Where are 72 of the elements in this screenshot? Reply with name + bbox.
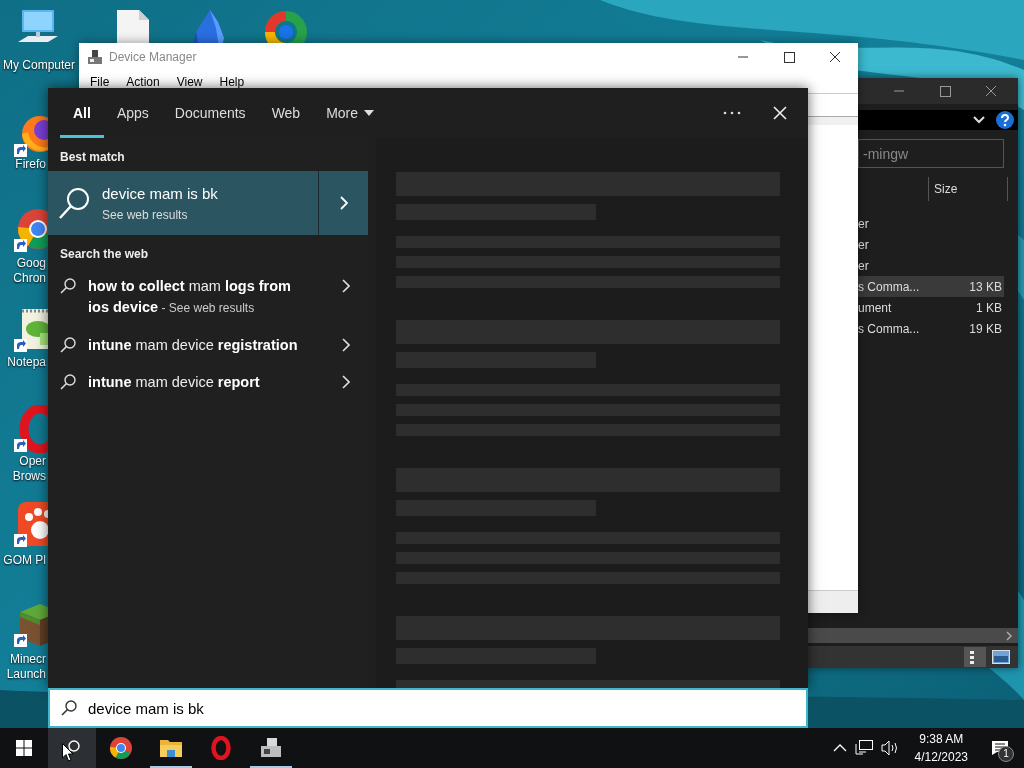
tab[interactable]: Apps [103,88,162,138]
details-view-icon[interactable] [964,647,986,667]
web-suggestion[interactable]: intune mam device report [48,364,368,401]
best-match-item[interactable]: device mam is bk See web results [48,171,318,235]
close-icon[interactable] [772,105,788,121]
file-name: s Comma... [858,321,921,336]
file-size: 19 KB [969,321,1003,336]
icon-label[interactable]: My Computer [0,58,78,73]
icon-label[interactable]: Goog Chron [0,256,46,286]
device-icon [87,49,103,65]
file-name: ument [858,300,893,315]
search-icon [60,337,76,353]
clock[interactable]: 9:38 AM 4/12/2023 [906,728,976,768]
menu-item[interactable]: Help [219,75,245,89]
chevron-right-icon [342,338,350,352]
web-suggestion[interactable]: how to collect mam logs from ios device - See web results [48,268,368,327]
section-heading: Best match [59,149,126,166]
notification-button[interactable]: 1 [976,728,1024,768]
file-size: 13 KB [969,279,1003,294]
icon-label[interactable]: Minecr Launch [0,652,46,682]
chevron-right-icon [342,279,350,293]
more-options-icon[interactable] [722,110,742,116]
tab[interactable]: More [313,88,388,138]
menu-item[interactable]: File [90,75,110,89]
section-heading: Search the web [59,246,150,263]
icon-label[interactable]: Notepa [0,355,46,370]
file-row[interactable]: er [856,213,1004,234]
cursor-icon [62,743,74,762]
help-icon[interactable] [996,111,1014,129]
search-icon [61,700,77,716]
icon-label[interactable]: Firefo [0,157,46,172]
device-icon [259,736,283,760]
menu-item[interactable]: Action [126,75,160,89]
chevron-down-icon[interactable] [972,115,986,125]
file-row[interactable]: s Comma... 19 KB [856,318,1004,339]
file-name: s Comma... [858,279,921,294]
network-icon[interactable] [854,740,873,756]
file-row[interactable]: ument 1 KB [856,297,1004,318]
search-icon [60,278,76,294]
file-row[interactable]: er [856,234,1004,255]
scrollbar[interactable] [808,628,1018,643]
file-name: er [858,237,870,252]
ring-icon [209,736,233,760]
scroll-right-icon[interactable] [1004,629,1014,642]
result-subtitle: See web results [102,207,189,222]
thumbnail-view-icon[interactable] [992,650,1010,664]
menu-item[interactable]: View [176,75,203,89]
column-header[interactable]: Size [928,177,1009,201]
file-row[interactable]: s Comma... 13 KB [856,276,1004,297]
tab[interactable]: Web [258,88,314,138]
search-field[interactable]: -mingw [858,139,1004,168]
tab[interactable]: Documents [161,88,259,138]
icon-label[interactable]: Oper Brows [0,454,46,484]
search-field[interactable]: device mam is bk [48,688,808,728]
file-name: er [858,216,870,231]
windows-logo-icon [16,740,32,756]
search-button[interactable] [48,728,96,768]
chevron-right-icon [342,375,350,389]
volume-icon[interactable] [880,740,899,756]
notification-count: 1 [998,746,1014,762]
file-name: er [858,258,870,273]
window-title: Device Manager [109,50,198,64]
file-row[interactable]: er [856,255,1004,276]
chevron-up-icon[interactable] [832,744,847,752]
search-icon [60,374,76,390]
chevron-right-icon [339,196,348,210]
web-suggestion[interactable]: intune mam device registration [48,327,368,364]
result-title: device mam is bk [102,184,218,202]
search-icon [58,186,92,220]
tricolor-circle-icon [109,736,133,760]
icon-label[interactable]: GOM Pl [0,553,46,568]
file-size: 1 KB [976,300,1003,315]
